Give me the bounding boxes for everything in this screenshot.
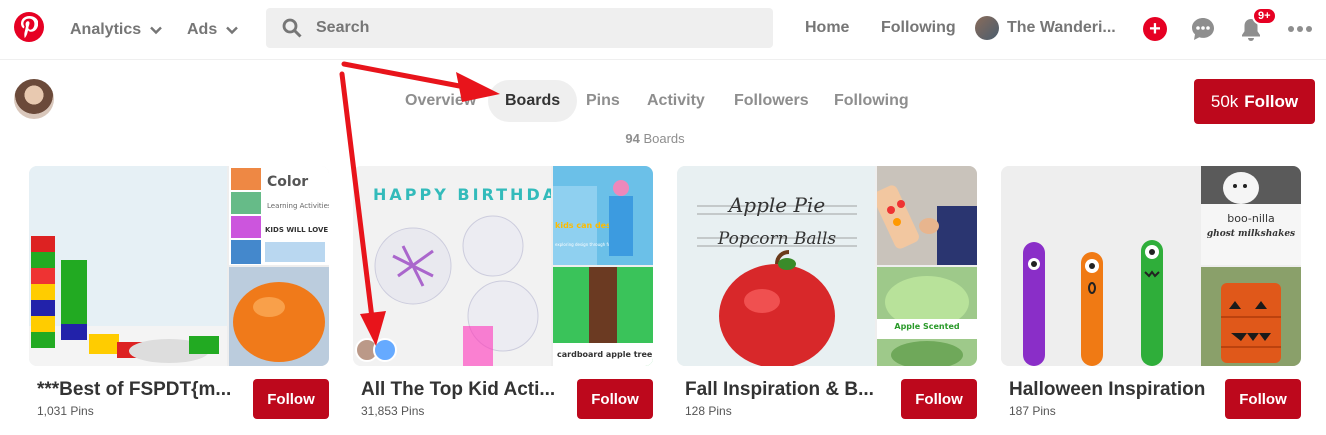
board-cover[interactable]: Color Learning Activities KIDS WILL LOVE [29,166,329,366]
board-title[interactable]: Fall Inspiration & B... [685,379,895,401]
board-card[interactable]: HAPPY BIRTHDAY kids can design! explorin… [353,166,653,419]
board-card[interactable]: Apple Pie Popcorn Balls Apple Scented Fa… [677,166,977,419]
boards-count-number: 94 [625,131,640,146]
board-cover-thumb [229,267,329,366]
board-cover-thumb: kids can design! exploring design throug… [553,166,653,265]
board-cover-thumb: Apple Scented [877,267,977,366]
profile-link[interactable]: The Wanderi... [975,16,1116,40]
cover-text: Color [267,174,308,190]
tab-pins[interactable]: Pins [586,92,620,110]
cover-text: Popcorn Balls [717,229,837,249]
board-pin-count: 1,031 Pins [37,404,94,418]
profile-name: The Wanderi... [1007,19,1116,36]
follower-count: 50k [1210,91,1239,111]
avatar [373,338,397,362]
more-options-icon[interactable] [1287,16,1313,42]
board-cover-thumb [1201,267,1301,366]
board-follow-button[interactable]: Follow [1225,379,1301,419]
chevron-down-icon [226,26,239,35]
board-pin-count: 187 Pins [1009,404,1056,418]
board-title[interactable]: All The Top Kid Acti... [361,379,571,401]
pinterest-logo-icon[interactable] [14,12,44,42]
home-link[interactable]: Home [805,19,849,37]
create-button[interactable]: + [1143,17,1167,41]
follow-profile-button[interactable]: 50k Follow [1194,79,1315,124]
profile-avatar[interactable] [14,79,54,119]
board-title[interactable]: ***Best of FSPDT{m... [37,379,247,401]
cover-text: boo-nilla [1227,212,1275,225]
cover-text: Apple Scented [894,322,959,331]
board-cover-main-image: Apple Pie Popcorn Balls [677,166,875,366]
cover-text: cardboard apple tree [557,350,653,359]
board-cover-thumb: Color Learning Activities KIDS WILL LOVE [229,166,329,265]
tab-overview[interactable]: Overview [405,92,476,110]
tab-activity[interactable]: Activity [647,92,705,110]
search-input[interactable] [316,19,736,37]
board-title[interactable]: Halloween Inspiration [1009,379,1219,401]
board-pin-count: 128 Pins [685,404,732,418]
board-follow-button[interactable]: Follow [901,379,977,419]
board-cover-thumb: cardboard apple tree [553,267,653,366]
analytics-dropdown[interactable]: Analytics [70,18,163,42]
board-pin-count: 31,853 Pins [361,404,425,418]
board-cover-thumb: boo-nilla ghost milkshakes [1201,166,1301,265]
board-follow-button[interactable]: Follow [577,379,653,419]
board-cover[interactable]: boo-nilla ghost milkshakes [1001,166,1301,366]
ads-dropdown[interactable]: Ads [187,18,239,42]
avatar [975,16,999,40]
cover-text: HAPPY BIRTHDAY [373,185,551,204]
notifications-badge: 9+ [1252,7,1277,25]
board-card[interactable]: boo-nilla ghost milkshakes Halloween Ins… [1001,166,1301,419]
messages-icon[interactable] [1190,16,1216,42]
collaborator-avatars [355,324,399,364]
chevron-down-icon [150,26,162,35]
tab-followers[interactable]: Followers [734,92,809,110]
cover-text: Apple Pie [727,193,825,217]
follow-label: Follow [1244,91,1299,111]
cover-text: KIDS WILL LOVE [265,226,328,234]
cover-text: ghost milkshakes [1207,229,1295,239]
board-cover-main-image [29,166,227,366]
cover-text: Learning Activities [267,202,329,210]
search-bar[interactable] [266,8,773,48]
boards-count: 94 Boards [0,131,1310,146]
board-cover-main-image [1001,166,1199,366]
boards-count-label: Boards [639,131,685,146]
board-cover[interactable]: Apple Pie Popcorn Balls Apple Scented [677,166,977,366]
analytics-label: Analytics [70,21,142,38]
board-cover[interactable]: HAPPY BIRTHDAY kids can design! explorin… [353,166,653,366]
board-card[interactable]: Color Learning Activities KIDS WILL LOVE… [29,166,329,419]
tab-following[interactable]: Following [834,92,909,110]
board-follow-button[interactable]: Follow [253,379,329,419]
ads-label: Ads [187,21,218,38]
search-icon [282,18,302,38]
tab-boards[interactable]: Boards [488,80,578,122]
board-cover-thumb [877,166,977,265]
top-navigation-bar: Analytics Ads Home Following The Wanderi… [0,0,1326,60]
following-link[interactable]: Following [881,19,956,37]
